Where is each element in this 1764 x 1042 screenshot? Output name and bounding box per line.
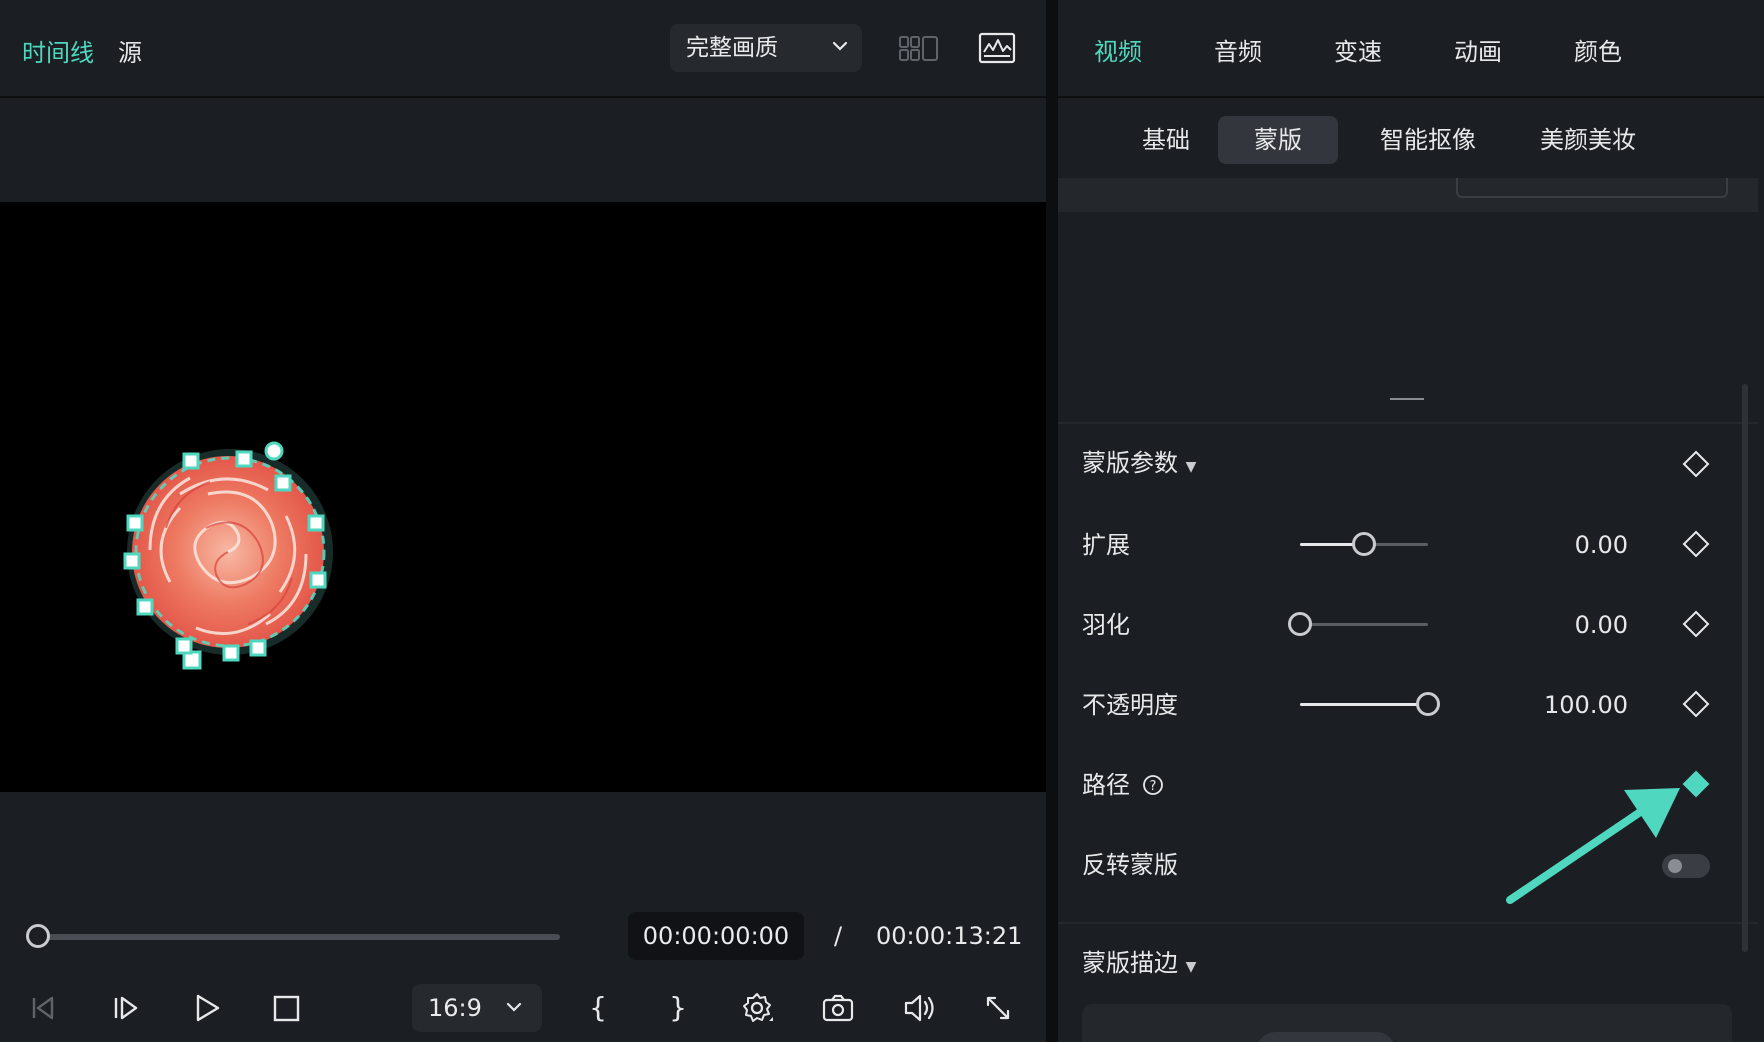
- help-icon[interactable]: ?: [1142, 774, 1164, 796]
- mask-stroke-options: [1082, 1004, 1732, 1042]
- fullscreen-button[interactable]: [978, 988, 1018, 1028]
- section-divider: [1058, 422, 1758, 424]
- inspector-tabs: 视频 音频 变速 动画 颜色: [1058, 0, 1764, 98]
- quality-dropdown[interactable]: 完整画质: [670, 24, 862, 72]
- tab-audio[interactable]: 音频: [1214, 37, 1262, 67]
- resize-handle[interactable]: [1390, 398, 1424, 400]
- invert-mask-label: 反转蒙版: [1082, 851, 1178, 879]
- feather-slider[interactable]: [1288, 612, 1428, 636]
- opacity-value[interactable]: 100.00: [1448, 690, 1628, 720]
- pane-divider[interactable]: [1046, 0, 1058, 1042]
- opacity-slider[interactable]: [1300, 692, 1440, 716]
- keyframe-diamond-icon[interactable]: [1682, 450, 1710, 478]
- playhead-handle[interactable]: [26, 924, 50, 948]
- prev-frame-button[interactable]: [24, 988, 64, 1028]
- aspect-ratio-label: 16:9: [428, 994, 482, 1022]
- inspector-panel: 视频 音频 变速 动画 颜色 基础 蒙版 智能抠像 美颜美妆 蒙版参数 ▼ 扩展…: [1058, 0, 1764, 1042]
- expand-slider[interactable]: [1300, 532, 1428, 556]
- feather-value[interactable]: 0.00: [1448, 610, 1628, 640]
- chevron-down-icon: [506, 1002, 522, 1012]
- stop-button[interactable]: [266, 988, 306, 1028]
- playhead-track[interactable]: [38, 934, 560, 940]
- play-icon: [196, 994, 220, 1022]
- expand-label: 扩展: [1082, 531, 1130, 559]
- gear-icon: [743, 993, 773, 1022]
- tab-color[interactable]: 颜色: [1574, 37, 1622, 67]
- dropdown-remnant: [1456, 178, 1728, 198]
- mask-params-header[interactable]: 蒙版参数 ▼: [1082, 448, 1196, 482]
- subtab-beauty[interactable]: 美颜美妆: [1528, 116, 1648, 164]
- mask-path-points[interactable]: [100, 432, 350, 682]
- aspect-ratio-dropdown[interactable]: 16:9: [412, 984, 542, 1032]
- playback-settings-button[interactable]: [738, 988, 778, 1028]
- play-button[interactable]: [186, 988, 226, 1028]
- svg-text:}: }: [669, 991, 687, 1024]
- stroke-option-active[interactable]: [1256, 1032, 1396, 1042]
- tab-speed[interactable]: 变速: [1334, 37, 1382, 67]
- opacity-slider-fill: [1300, 703, 1428, 706]
- subtab-mask[interactable]: 蒙版: [1218, 116, 1338, 164]
- mask-params-title: 蒙版参数: [1082, 449, 1178, 477]
- current-time-field[interactable]: 00:00:00:00: [628, 912, 804, 960]
- caret-down-icon: ▼: [1185, 959, 1197, 975]
- speaker-icon: [904, 994, 934, 1022]
- camera-icon: [822, 994, 854, 1022]
- time-separator: /: [834, 922, 843, 950]
- quality-label: 完整画质: [686, 35, 778, 61]
- subtab-basic[interactable]: 基础: [1114, 116, 1218, 164]
- layout-grid-icon[interactable]: [898, 34, 940, 64]
- player-panel: 时间线 源 完整画质 00:00:00:00 / 00:00:13:21 16:…: [0, 0, 1046, 1042]
- invert-mask-toggle[interactable]: [1662, 854, 1710, 878]
- expand-icon: [986, 996, 1010, 1020]
- volume-button[interactable]: [898, 988, 938, 1028]
- tab-source[interactable]: 源: [118, 38, 142, 68]
- subtab-smart-cutout[interactable]: 智能抠像: [1368, 116, 1488, 164]
- mask-stroke-header[interactable]: 蒙版描边 ▼: [1082, 948, 1196, 982]
- chevron-down-icon: [832, 41, 848, 51]
- feather-slider-thumb[interactable]: [1288, 612, 1312, 636]
- waveform-monitor-icon[interactable]: [978, 32, 1016, 64]
- svg-text:{: {: [589, 991, 607, 1024]
- mark-out-button[interactable]: }: [658, 988, 698, 1028]
- mark-in-button[interactable]: {: [578, 988, 618, 1028]
- next-frame-button[interactable]: [106, 988, 146, 1028]
- expand-value[interactable]: 0.00: [1448, 530, 1628, 560]
- expand-slider-thumb[interactable]: [1352, 532, 1376, 556]
- keyframe-diamond-icon[interactable]: [1682, 690, 1710, 718]
- step-back-icon: [32, 996, 54, 1020]
- opacity-slider-thumb[interactable]: [1416, 692, 1440, 716]
- total-duration: 00:00:13:21: [876, 922, 1023, 950]
- tab-video[interactable]: 视频: [1094, 37, 1142, 67]
- caret-down-icon: ▼: [1185, 459, 1197, 475]
- current-time: 00:00:00:00: [642, 922, 790, 950]
- step-forward-icon: [114, 996, 138, 1020]
- mask-stroke-title: 蒙版描边: [1082, 949, 1178, 977]
- scrolled-row-remnant: [1058, 178, 1758, 212]
- mark-in-icon: {: [589, 991, 607, 1024]
- path-label: 路径: [1082, 771, 1130, 799]
- keyframe-diamond-icon[interactable]: [1682, 530, 1710, 558]
- inspector-scrollbar[interactable]: [1742, 384, 1748, 952]
- annotation-arrow-icon: [1506, 788, 1680, 904]
- video-preview[interactable]: [0, 202, 1046, 792]
- tab-timeline[interactable]: 时间线: [22, 38, 94, 68]
- toggle-knob: [1668, 859, 1682, 873]
- section-divider: [1058, 922, 1758, 924]
- player-header: 时间线 源 完整画质: [0, 0, 1046, 98]
- tab-animation[interactable]: 动画: [1454, 37, 1502, 67]
- stop-icon: [273, 995, 300, 1022]
- feather-label: 羽化: [1082, 611, 1130, 639]
- keyframe-diamond-icon[interactable]: [1682, 610, 1710, 638]
- snapshot-button[interactable]: [818, 988, 858, 1028]
- svg-text:?: ?: [1150, 779, 1157, 794]
- mark-out-icon: }: [669, 991, 687, 1024]
- opacity-label: 不透明度: [1082, 691, 1178, 719]
